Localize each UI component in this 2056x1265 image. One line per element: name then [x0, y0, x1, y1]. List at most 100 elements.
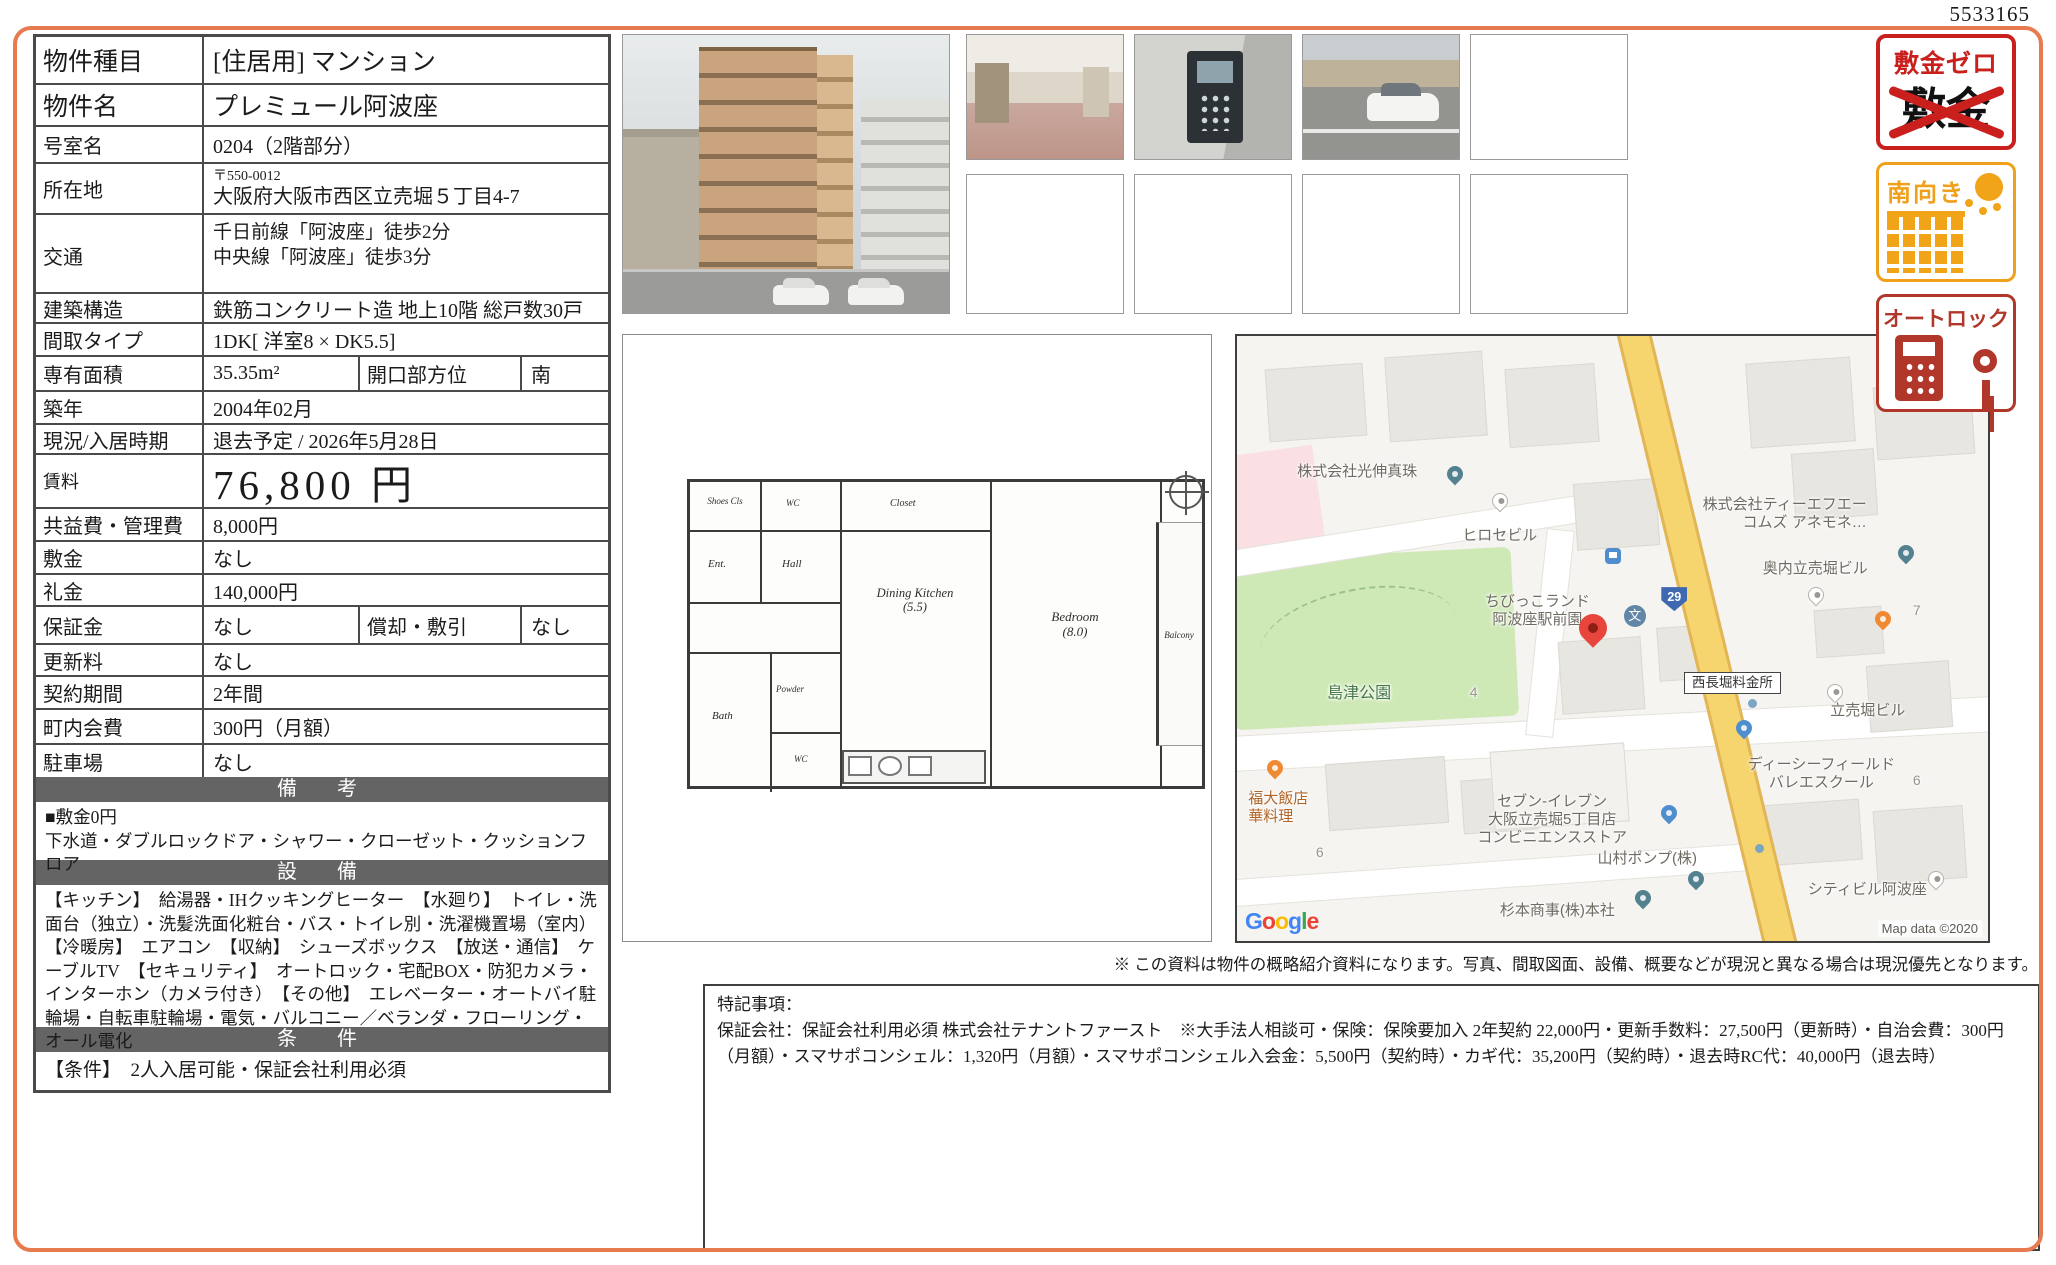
- row-value: 300円（月額）: [204, 710, 608, 743]
- school-icon: 文: [1624, 605, 1646, 627]
- map-label: 島津公園: [1327, 684, 1391, 703]
- map-building: [1384, 351, 1487, 442]
- table-row: 築年 2004年02月: [36, 390, 608, 423]
- building-icon: [1887, 211, 1965, 273]
- row-label: 物件種目: [36, 37, 204, 83]
- row-label: 敷金: [36, 542, 204, 573]
- row-value-2: 南: [522, 357, 608, 390]
- table-row: 建築構造 鉄筋コンクリート造 地上10階 総戸数30戸: [36, 292, 608, 322]
- map-label: 株式会社光伸真珠: [1297, 463, 1417, 481]
- wall: [690, 530, 990, 532]
- room-label-dk: Dining Kitchen (5.5): [848, 586, 982, 615]
- wall: [690, 602, 840, 604]
- sun-icon: [1975, 173, 2003, 201]
- empty-photo-frame: [1134, 174, 1292, 314]
- map-label: 立売堀ビル: [1830, 702, 1905, 720]
- map-label: シティビル阿波座: [1808, 881, 1927, 899]
- row-label-2: 開口部方位: [358, 357, 522, 390]
- disclaimer-footnote: ※ この資料は物件の概略紹介資料になります。写真、間取図面、設備、概要などが現況…: [1114, 951, 2038, 975]
- kitchen-fixture: [848, 756, 872, 776]
- map-label: 奥内立売堀ビル: [1763, 560, 1868, 578]
- row-value: 鉄筋コンクリート造 地上10階 総戸数30戸: [204, 294, 608, 322]
- wall: [770, 732, 840, 734]
- photo-car: [848, 285, 904, 305]
- row-label: 所在地: [36, 164, 204, 213]
- table-row: 敷金 なし: [36, 540, 608, 573]
- map-building: [1505, 363, 1600, 448]
- table-row: 物件名 プレミュール阿波座: [36, 83, 608, 125]
- bedroom-name: Bedroom: [1051, 609, 1098, 624]
- floor-plan-box: Shoes Cls WC Closet Ent. Hall Bath Powde…: [622, 334, 1212, 942]
- logo-letter: o: [1275, 908, 1288, 934]
- map-label: 株式会社ティーエフエー コムズ アネモネ…: [1703, 496, 1867, 532]
- badge-south-facing: 南向き: [1876, 162, 2016, 282]
- row-label: 駐車場: [36, 745, 204, 777]
- empty-photo-frame: [1470, 174, 1628, 314]
- intercom-panel-icon: [1895, 335, 1943, 401]
- row-label: 保証金: [36, 607, 204, 643]
- row-value: なし: [204, 745, 608, 777]
- logo-letter: e: [1306, 908, 1318, 934]
- room-label-bedroom: Bedroom (8.0): [1010, 610, 1140, 640]
- row-value: プレミュール阿波座: [204, 85, 608, 125]
- room-label-hall: Hall: [782, 558, 802, 571]
- row-label: 賃料: [36, 455, 204, 507]
- map-building: [1814, 606, 1885, 659]
- special-notes-title: 特記事項：: [717, 992, 2026, 1018]
- map-building: [1866, 660, 1953, 732]
- map-label: ヒロセビル: [1462, 527, 1537, 545]
- photo-car: [1367, 93, 1439, 121]
- floor-plan-drawing: Shoes Cls WC Closet Ent. Hall Bath Powde…: [687, 479, 1205, 789]
- location-map: 株式会社光伸真珠 ヒロセビル 株式会社ティーエフエー コムズ アネモネ… 奥内立…: [1235, 334, 1990, 943]
- row-value: 〒550-0012 大阪府大阪市西区立売堀５丁目4-7: [204, 164, 608, 213]
- table-row: 礼金 140,000円: [36, 573, 608, 605]
- map-label: 6: [1913, 772, 1921, 789]
- row-value: 退去予定 / 2026年5月28日: [204, 425, 608, 453]
- photo-car: [773, 285, 829, 305]
- listing-id: 5533165: [1950, 2, 2031, 27]
- map-pin: [1444, 463, 1467, 486]
- property-sheet: 5533165 物件種目 [住居用] マンション 物件名 プレミュール阿波座 号…: [0, 0, 2056, 1265]
- table-row: 現況/入居時期 退去予定 / 2026年5月28日: [36, 423, 608, 453]
- room-label-bath: Bath: [712, 710, 733, 723]
- row-label: 共益費・管理費: [36, 509, 204, 540]
- row-label: 現況/入居時期: [36, 425, 204, 453]
- row-value: なし: [204, 542, 608, 573]
- bus-stop-icon: [1605, 548, 1621, 564]
- row-label: 間取タイプ: [36, 324, 204, 355]
- table-row: 更新料 なし: [36, 643, 608, 675]
- map-pin: [1895, 541, 1918, 564]
- row-value-2: なし: [522, 607, 608, 643]
- google-logo: Google: [1245, 908, 1318, 935]
- row-label: 築年: [36, 392, 204, 423]
- remarks-line: ■敷金0円: [45, 806, 599, 830]
- row-value: 8,000円: [204, 509, 608, 540]
- row-label: 契約期間: [36, 677, 204, 708]
- map-label: ディーシーフィールド バレエスクール: [1748, 756, 1895, 792]
- map-building: [1265, 363, 1367, 442]
- room-label-wc: WC: [786, 498, 800, 508]
- logo-letter: G: [1245, 908, 1262, 934]
- main-exterior-photo: [622, 34, 950, 314]
- room-label-wc2: WC: [794, 754, 808, 764]
- wall: [990, 482, 992, 786]
- room-label-ent: Ent.: [708, 558, 726, 571]
- wall: [760, 482, 762, 602]
- map-label: ちびっこランド 阿波座駅前園: [1485, 593, 1590, 629]
- room-label-closet: Closet: [890, 498, 916, 510]
- table-row: 賃料 76,800 円: [36, 453, 608, 507]
- map-label: 7: [1913, 602, 1921, 619]
- row-value: なし: [204, 607, 358, 643]
- room-label-powder: Powder: [776, 684, 804, 694]
- row-value: 千日前線「阿波座」徒歩2分 中央線「阿波座」徒歩3分: [204, 215, 608, 292]
- table-row: 契約期間 2年間: [36, 675, 608, 708]
- map-label: 6: [1316, 844, 1324, 861]
- row-label: 更新料: [36, 645, 204, 675]
- map-building: [1557, 636, 1644, 714]
- photo-road-line: [1303, 129, 1459, 133]
- map-label: 杉本商事(株)本社: [1500, 902, 1615, 920]
- special-notes-box: 特記事項： 保証会社：保証会社利用必須 株式会社テナントファースト ※大手法人相…: [703, 984, 2040, 1251]
- logo-letter: o: [1262, 908, 1275, 934]
- badge-title: 敷金ゼロ: [1880, 44, 2012, 80]
- postal-code: 〒550-0012: [213, 169, 281, 185]
